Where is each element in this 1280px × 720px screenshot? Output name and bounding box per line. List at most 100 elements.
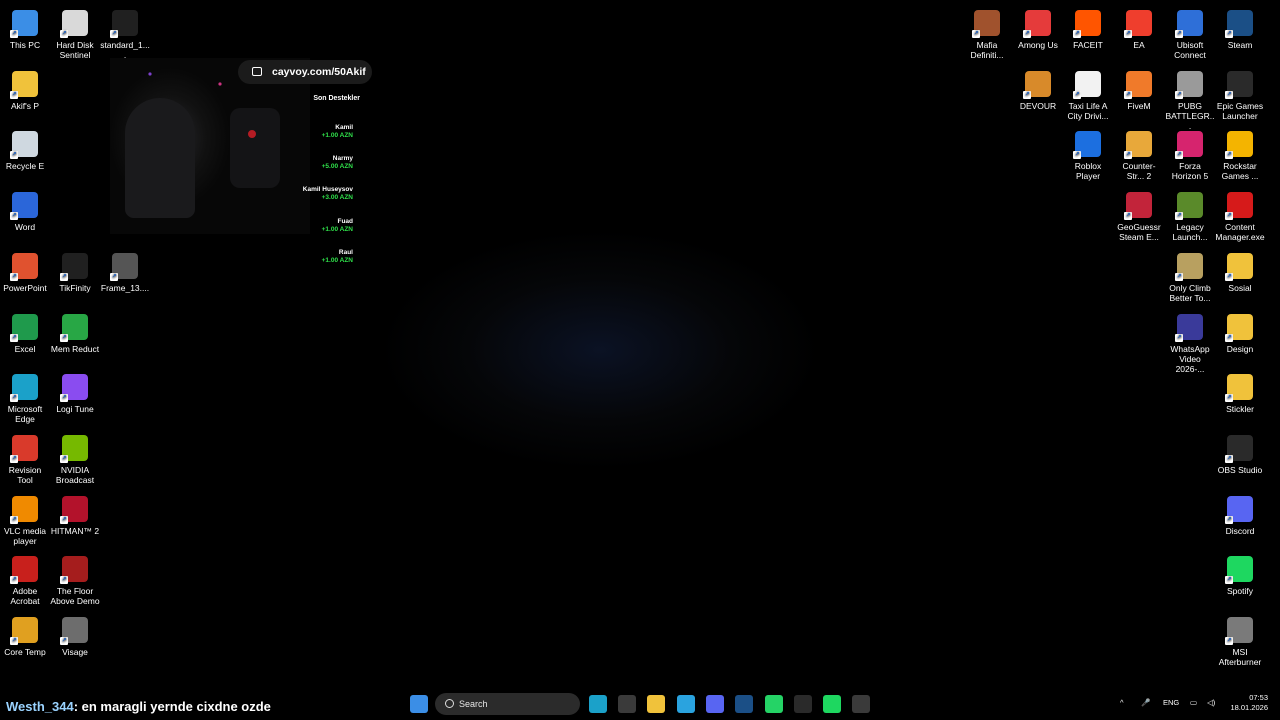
rockstar-icon: ↗: [1225, 131, 1253, 159]
desktop-icon-game[interactable]: ↗ Only Climb Better To...: [1165, 247, 1215, 303]
edge-icon[interactable]: [589, 695, 607, 713]
desktop-icon-label: HITMAN™ 2: [50, 526, 100, 536]
desktop-icon-faceit[interactable]: ↗ FACEIT: [1063, 4, 1113, 50]
desktop-icon-recycle-bin[interactable]: ↗ Recycle E: [0, 125, 50, 171]
shortcut-arrow-icon: ↗: [60, 334, 68, 342]
whatsapp-icon[interactable]: [765, 695, 783, 713]
desktop-icon-powerpoint[interactable]: ↗ PowerPoint: [0, 247, 50, 293]
desktop-icon-epic-games[interactable]: ↗ Epic Games Launcher: [1215, 65, 1265, 121]
desktop-icon-minecraft[interactable]: ↗ Legacy Launch...: [1165, 186, 1215, 242]
image-file-icon: ↗: [110, 10, 138, 38]
file-explorer-icon[interactable]: [647, 695, 665, 713]
desktop-icon-mafia[interactable]: ↗ Mafia Definiti...: [962, 4, 1012, 60]
desktop-icon-forza[interactable]: ↗ Forza Horizon 5: [1165, 125, 1215, 181]
desktop-icon-ubisoft[interactable]: ↗ Ubisoft Connect: [1165, 4, 1215, 60]
desktop-icon-hitman[interactable]: ↗ HITMAN™ 2: [50, 490, 100, 536]
revision-tool-icon: ↗: [10, 435, 38, 463]
desktop-icon-core-temp[interactable]: ↗ Core Temp: [0, 611, 50, 657]
desktop-icon-discord[interactable]: ↗ Discord: [1215, 490, 1265, 536]
desktop-icon-spotify[interactable]: ↗ Spotify: [1215, 550, 1265, 596]
shortcut-arrow-icon: ↗: [10, 394, 18, 402]
desktop-icon-folder[interactable]: ↗ Design: [1215, 308, 1265, 354]
game-icon: ↗: [60, 556, 88, 584]
epic-games-icon[interactable]: [794, 695, 812, 713]
desktop-icon-logi-tune[interactable]: ↗ Logi Tune: [50, 368, 100, 414]
shortcut-arrow-icon: ↗: [1073, 151, 1081, 159]
desktop-icon-label: Among Us: [1018, 40, 1058, 50]
desktop-icon-devour[interactable]: ↗ DEVOUR: [1013, 65, 1063, 111]
desktop-icon-ea[interactable]: ↗ EA: [1114, 4, 1164, 50]
discord-icon[interactable]: [706, 695, 724, 713]
shortcut-arrow-icon: ↗: [10, 455, 18, 463]
language-indicator[interactable]: ENG: [1163, 698, 1179, 707]
chair-logo: [248, 130, 256, 138]
webcam-overlay: [110, 58, 310, 234]
desktop-icon-word[interactable]: ↗ Word: [0, 186, 50, 232]
discord-icon: ↗: [1225, 496, 1253, 524]
chat-message: : en maragli yernde cixdne ozde: [73, 699, 271, 714]
obs-icon[interactable]: [852, 695, 870, 713]
desktop-icon-pubg[interactable]: ↗ PUBG BATTLEGR...: [1165, 65, 1215, 131]
volume-icon[interactable]: ◁): [1207, 698, 1215, 707]
desktop-icon-vlc[interactable]: ↗ VLC media player: [0, 490, 50, 546]
fivem-icon: ↗: [1124, 71, 1152, 99]
steam-icon[interactable]: [735, 695, 753, 713]
spotify-icon[interactable]: [823, 695, 841, 713]
clock[interactable]: 07:53 18.01.2026: [1222, 693, 1268, 713]
store-icon[interactable]: [618, 695, 636, 713]
desktop-icon-label: Spotify: [1227, 586, 1253, 596]
desktop-icon-folder[interactable]: ↗ Akif's P: [0, 65, 50, 111]
desktop-icon-nvidia[interactable]: ↗ NVIDIA Broadcast: [50, 429, 100, 485]
desktop-icon-label: Discord: [1225, 526, 1255, 536]
desktop-icon-fivem[interactable]: ↗ FiveM: [1114, 65, 1164, 111]
desktop-icon-visage[interactable]: ↗ Visage: [50, 611, 100, 657]
desktop-icon-roblox[interactable]: ↗ Roblox Player: [1063, 125, 1113, 181]
desktop-icon-acrobat[interactable]: ↗ Adobe Acrobat: [0, 550, 50, 606]
desktop-icon-folder[interactable]: ↗ Sosial: [1215, 247, 1265, 293]
desktop-icon-label: MSI Afterburner: [1218, 647, 1262, 667]
shortcut-arrow-icon: ↗: [1225, 516, 1233, 524]
desktop-icon-obs[interactable]: ↗ OBS Studio: [1215, 429, 1265, 475]
network-icon[interactable]: ▭: [1190, 698, 1197, 707]
windows-start-icon[interactable]: [410, 695, 428, 713]
among-us-icon: ↗: [1023, 10, 1051, 38]
desktop-icon-label: FACEIT: [1073, 40, 1103, 50]
hitman-icon: ↗: [60, 496, 88, 524]
desktop-icon-image-file[interactable]: ↗ standard_1....: [100, 4, 150, 60]
desktop-icon-msi-afterburner[interactable]: ↗ MSI Afterburner: [1215, 611, 1265, 667]
edge-icon: ↗: [10, 374, 38, 402]
shortcut-arrow-icon: ↗: [1225, 273, 1233, 281]
telegram-icon[interactable]: [677, 695, 695, 713]
roblox-icon: ↗: [1073, 131, 1101, 159]
desktop-icon-game[interactable]: ↗ The Floor Above Demo: [50, 550, 100, 606]
desktop-icon-label: FiveM: [1127, 101, 1151, 111]
desktop-icon-geoguessr[interactable]: ↗ GeoGuessr Steam E...: [1114, 186, 1164, 242]
desktop-icon-computer[interactable]: ↗ This PC: [0, 4, 50, 50]
desktop-icon-revision-tool[interactable]: ↗ Revision Tool: [0, 429, 50, 485]
desktop-icon-steam[interactable]: ↗ Steam: [1215, 4, 1265, 50]
desktop-icon-label: Hard Disk Sentinel: [56, 40, 94, 60]
shortcut-arrow-icon: ↗: [10, 212, 18, 220]
taskbar-search[interactable]: Search: [435, 693, 580, 715]
desktop-icon-taxi[interactable]: ↗ Taxi Life A City Drivi...: [1063, 65, 1113, 121]
desktop-icon-rockstar[interactable]: ↗ Rockstar Games ...: [1215, 125, 1265, 181]
cup-icon: [252, 67, 262, 76]
microphone-icon[interactable]: 🎤: [1141, 698, 1150, 707]
donation-entry: Kamil +1.00 AZN: [263, 124, 353, 140]
desktop-icon-cs2[interactable]: ↗ Counter-Str... 2: [1114, 125, 1164, 181]
desktop-icon-folder[interactable]: ↗ Stickler: [1215, 368, 1265, 414]
desktop-icon-image-file[interactable]: ↗ Frame_13....: [100, 247, 150, 293]
folder-icon: ↗: [1225, 314, 1253, 342]
desktop-icon-memory[interactable]: ↗ Mem Reduct: [50, 308, 100, 354]
desktop-icon-tikfinity[interactable]: ↗ TikFinity: [50, 247, 100, 293]
desktop-icon-excel[interactable]: ↗ Excel: [0, 308, 50, 354]
desktop-icon-edge[interactable]: ↗ Microsoft Edge: [0, 368, 50, 424]
chevron-up-icon[interactable]: ^: [1120, 698, 1124, 707]
mafia-icon: ↗: [972, 10, 1000, 38]
desktop-icon-video-file[interactable]: ↗ WhatsApp Video 2026-...: [1165, 308, 1215, 374]
desktop-icon-content-manager[interactable]: ↗ Content Manager.exe: [1215, 186, 1265, 242]
chat-overlay: Westh_344: en maragli yernde cixdne ozde: [6, 699, 271, 714]
desktop-icon-among-us[interactable]: ↗ Among Us: [1013, 4, 1063, 50]
desktop-icon-label: Logi Tune: [56, 404, 94, 414]
desktop-icon-hard-disk[interactable]: ↗ Hard Disk Sentinel: [50, 4, 100, 60]
